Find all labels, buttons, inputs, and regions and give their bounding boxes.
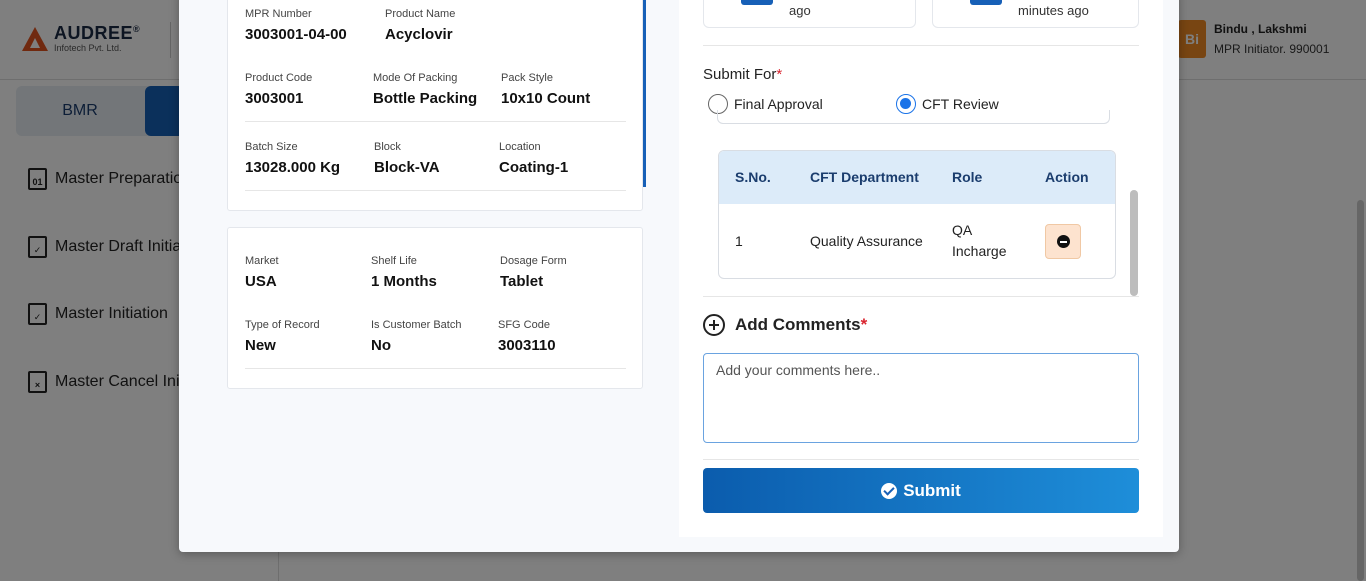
timeline-card: minutes ago [932, 0, 1139, 28]
divider [703, 45, 1139, 46]
column-header-sno: S.No. [735, 169, 771, 185]
comments-title: Add Comments* [703, 314, 867, 336]
cell-role: QA [952, 222, 973, 238]
timeline-time: ago [789, 3, 811, 18]
field-batch-size: Batch Size 13028.000 Kg [245, 141, 341, 176]
divider [245, 121, 626, 122]
field-mode-of-packing: Mode Of Packing Bottle Packing [373, 72, 478, 107]
column-header-role: Role [952, 169, 983, 185]
market-details-card: Market USA Shelf Life 1 Months Dosage Fo… [227, 227, 643, 389]
divider [245, 368, 626, 369]
column-header-action: Action [1045, 169, 1089, 185]
field-location: Location Coating-1 [499, 141, 569, 176]
field-sfg-code: SFG Code 3003110 [498, 319, 556, 354]
cell-department: Quality Assurance [810, 233, 923, 249]
comments-textarea[interactable] [703, 353, 1139, 443]
field-product-code: Product Code 3003001 [245, 72, 313, 107]
timeline-time: minutes ago [1018, 3, 1089, 18]
review-panel: ago minutes ago Submit For* Final Approv… [679, 0, 1163, 537]
divider [703, 459, 1139, 460]
cell-role: Incharge [952, 243, 1007, 259]
submit-button[interactable]: Submit [703, 468, 1139, 513]
field-market: Market USA [245, 255, 279, 290]
remove-row-button[interactable] [1045, 224, 1081, 259]
timeline-badge [970, 0, 1002, 5]
timeline-card: ago [703, 0, 916, 28]
add-comment-icon [703, 314, 725, 336]
field-pack-style: Pack Style 10x10 Count [501, 72, 591, 107]
column-header-department: CFT Department [810, 169, 919, 185]
table-scrollbar[interactable] [1130, 190, 1138, 296]
field-customer-batch: Is Customer Batch No [371, 319, 462, 354]
minus-circle-icon [1056, 235, 1070, 248]
check-circle-icon [881, 482, 898, 499]
field-block: Block Block-VA [374, 141, 440, 176]
field-mpr-number: MPR Number 3003001-04-00 [245, 8, 347, 43]
review-modal: MPR Number 3003001-04-00 Product Name Ac… [179, 0, 1179, 552]
cft-table: S.No. CFT Department Role Action 1 Quali… [718, 150, 1116, 279]
cell-sno: 1 [735, 233, 743, 249]
submit-label: Submit [903, 480, 961, 500]
field-shelf-life: Shelf Life 1 Months [371, 255, 437, 290]
department-select[interactable] [717, 110, 1110, 124]
card-accent-bar [643, 0, 646, 187]
field-type-of-record: Type of Record New [245, 319, 320, 354]
product-details-card: MPR Number 3003001-04-00 Product Name Ac… [227, 0, 646, 211]
field-product-name: Product Name Acyclovir [385, 8, 456, 43]
divider [245, 190, 626, 191]
submit-for-label: Submit For* [703, 66, 783, 83]
timeline-badge [741, 0, 773, 5]
table-header: S.No. CFT Department Role Action [719, 151, 1115, 204]
field-dosage-form: Dosage Form Tablet [500, 255, 567, 290]
divider [703, 296, 1139, 297]
